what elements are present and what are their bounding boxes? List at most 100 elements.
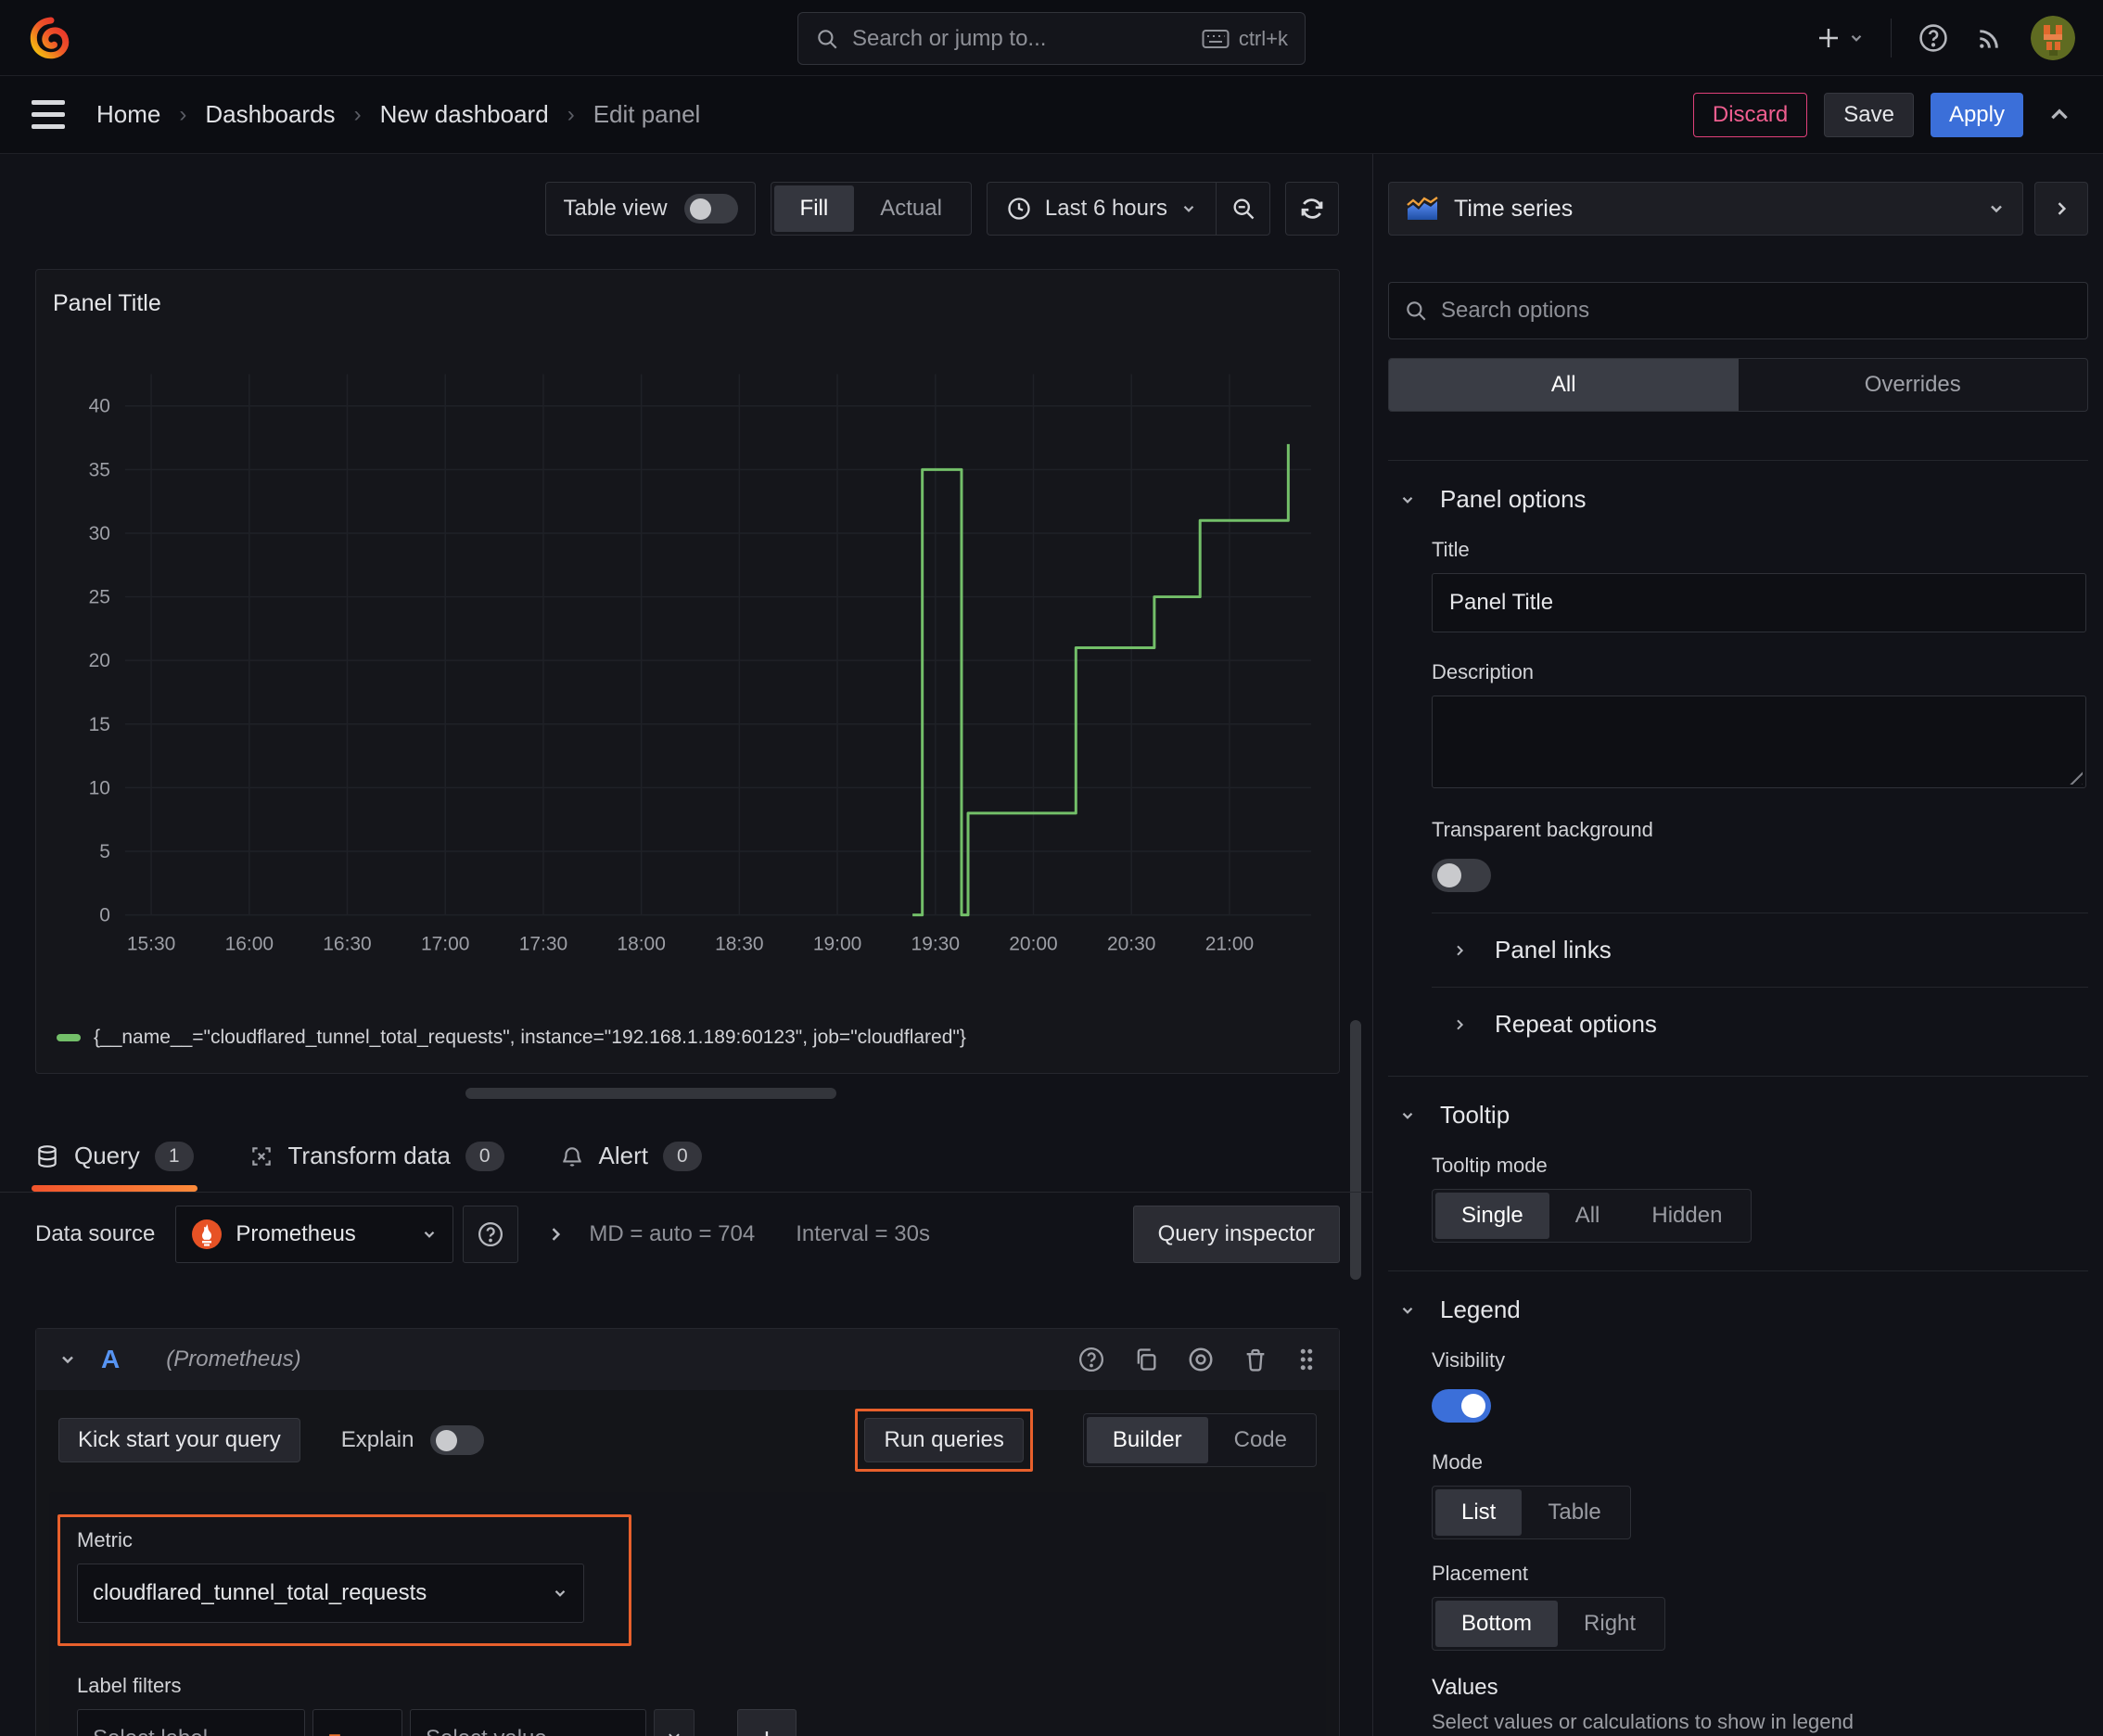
breadcrumb-item-dashboards[interactable]: Dashboards [205,100,335,129]
panel-title[interactable]: Panel Title [53,290,161,317]
segment-all[interactable]: All [1389,359,1739,411]
legend-visibility-toggle[interactable] [1432,1389,1491,1423]
segment-list[interactable]: List [1435,1489,1523,1536]
y-tick-label: 35 [89,459,110,480]
segment-code[interactable]: Code [1208,1417,1313,1463]
chart-legend[interactable]: {__name__="cloudflared_tunnel_total_requ… [57,1027,966,1049]
chevron-right-icon[interactable] [546,1225,565,1244]
visualization-select[interactable]: Time series [1388,182,2023,236]
segment-right[interactable]: Right [1558,1601,1662,1647]
segment-actual[interactable]: Actual [854,185,968,232]
discard-button[interactable]: Discard [1692,92,1808,137]
run-queries-button[interactable]: Run queries [864,1418,1024,1462]
table-view-toggle[interactable] [683,194,738,223]
description-field: Description [1432,660,2088,788]
query-row-header[interactable]: A (Prometheus) [36,1329,1339,1390]
chevron-up-icon[interactable] [2047,103,2071,127]
time-series-chart[interactable]: 0 5 10 15 20 25 30 35 40 15:30 16:00 16:30 17:00 17:3… [53,350,1320,962]
select-label-dropdown[interactable]: Select label [77,1709,305,1736]
section-legend: Legend Visibility Mode List Table Placeme… [1388,1270,2088,1734]
repeat-options-row[interactable]: Repeat options [1432,987,2088,1061]
transform-icon [249,1144,274,1168]
chevron-down-icon [616,1731,631,1736]
panel-options-header[interactable]: Panel options [1388,485,2088,514]
x-tick-label: 16:00 [225,934,274,955]
tooltip-header[interactable]: Tooltip [1388,1101,2088,1130]
segment-all[interactable]: All [1549,1193,1626,1239]
chevron-right-icon [1452,943,1467,958]
series-line [912,443,1290,917]
transparent-background-toggle[interactable] [1432,859,1491,892]
search-options-input[interactable]: Search options [1388,282,2088,339]
panel-links-row[interactable]: Panel links [1432,913,2088,987]
global-search-input[interactable]: Search or jump to... ctrl+k [797,12,1306,65]
operator-dropdown[interactable]: = [312,1709,402,1736]
panel-options-sidebar: Time series Search options All Overrides … [1372,154,2103,1736]
query-help-icon[interactable] [1077,1346,1105,1373]
panel-title-input[interactable]: Panel Title [1432,573,2086,632]
topbar-actions [1815,15,2075,60]
grafana-logo-icon[interactable] [28,16,72,60]
eye-icon[interactable] [1187,1346,1215,1373]
add-filter-button[interactable]: + [737,1709,797,1736]
tab-query-label: Query [74,1142,140,1169]
y-tick-label: 25 [89,587,110,608]
segment-single[interactable]: Single [1435,1193,1549,1239]
legend-values-hint: Select values or calculations to show in… [1432,1710,1854,1733]
topbar-divider [1891,18,1892,57]
query-inspector-button[interactable]: Query inspector [1132,1206,1340,1263]
chevron-down-icon [1399,491,1416,508]
menu-hamburger-icon[interactable] [32,100,65,129]
remove-filter-icon[interactable]: × [654,1709,695,1736]
drag-handle-icon[interactable] [1296,1346,1317,1373]
breadcrumb-separator: › [353,101,362,127]
segment-fill[interactable]: Fill [773,185,855,232]
tab-transform-data[interactable]: Transform data 0 [249,1120,504,1192]
segment-builder[interactable]: Builder [1086,1417,1208,1463]
save-button[interactable]: Save [1824,92,1914,137]
zoom-out-icon[interactable] [1216,183,1269,235]
trash-icon[interactable] [1243,1347,1268,1372]
datasource-select[interactable]: Prometheus [175,1206,454,1263]
duplicate-query-icon[interactable] [1133,1347,1159,1372]
refresh-icon[interactable] [1285,182,1339,236]
splitter-drag-handle[interactable] [465,1088,836,1099]
tab-alert-count: 0 [662,1141,702,1171]
search-options-placeholder: Search options [1441,298,1590,323]
description-textarea[interactable] [1432,696,2086,788]
segment-overrides[interactable]: Overrides [1739,359,2088,411]
add-new-button[interactable] [1815,24,1865,52]
datasource-help-icon[interactable] [463,1206,519,1263]
breadcrumb-item-home[interactable]: Home [96,100,160,129]
help-icon[interactable] [1918,22,1949,54]
query-ref-id: A [101,1345,121,1373]
collapse-options-pane-icon[interactable] [2034,182,2088,236]
segment-table[interactable]: Table [1522,1489,1626,1536]
y-tick-label: 15 [89,714,110,735]
tab-alert[interactable]: Alert 0 [560,1120,702,1192]
legend-visibility-field: Visibility [1432,1348,2088,1428]
segment-hidden[interactable]: Hidden [1625,1193,1748,1239]
y-tick-label: 0 [99,905,110,926]
chevron-down-icon [421,1226,438,1243]
series-label: {__name__="cloudflared_tunnel_total_requ… [94,1027,966,1048]
legend-placement-label: Placement [1432,1562,1528,1585]
apply-button[interactable]: Apply [1930,92,2023,137]
select-value-dropdown[interactable]: Select value [410,1709,646,1736]
legend-header[interactable]: Legend [1388,1296,2088,1324]
max-data-points: MD = auto = 704 [589,1221,756,1246]
tab-query[interactable]: Query 1 [32,1120,197,1192]
chevron-down-icon[interactable] [58,1350,77,1369]
chevron-down-icon [372,1731,387,1736]
kick-start-query-button[interactable]: Kick start your query [58,1418,300,1462]
metric-select[interactable]: cloudflared_tunnel_total_requests [77,1564,584,1623]
transparent-background-label: Transparent background [1432,818,1653,841]
breadcrumb-item-new-dashboard[interactable]: New dashboard [380,100,549,129]
news-rss-icon[interactable] [1975,23,2005,53]
query-row-actions [1077,1346,1317,1373]
user-avatar[interactable] [2031,15,2075,60]
explain-toggle[interactable] [430,1425,485,1455]
time-range-picker[interactable]: Last 6 hours [988,183,1216,235]
segment-bottom[interactable]: Bottom [1435,1601,1559,1647]
repeat-options-label: Repeat options [1495,1010,1657,1038]
